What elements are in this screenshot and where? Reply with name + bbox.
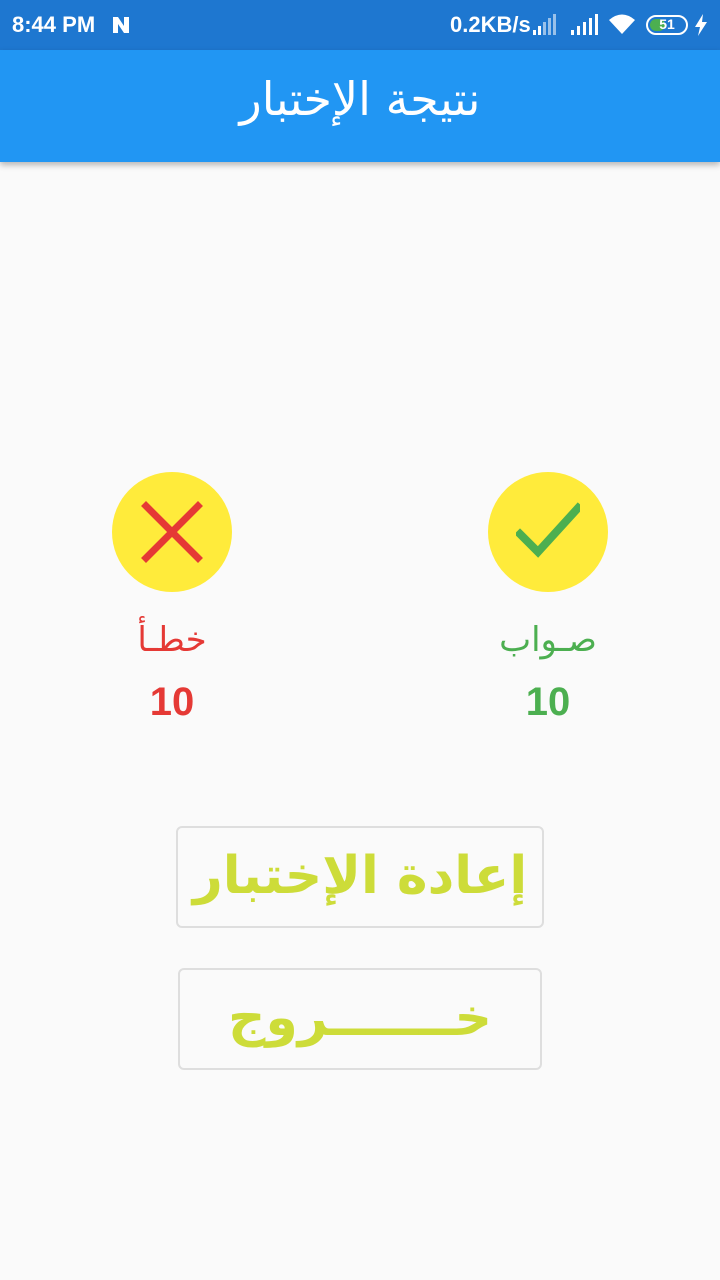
battery-level-text: 51 <box>659 16 675 32</box>
charging-bolt-icon <box>695 14 707 36</box>
right-answers-summary: صـواب 10 <box>428 472 668 732</box>
page-title: نتيجة الإختبار <box>239 72 481 126</box>
battery-icon: 51 <box>646 15 688 35</box>
app-bar: نتيجة الإختبار <box>0 50 720 162</box>
signal-icon <box>571 14 598 35</box>
right-icon-circle <box>488 472 608 592</box>
network-speed: 0.2KB/s <box>450 12 531 37</box>
wrong-answers-summary: خطـأ 10 <box>52 472 292 732</box>
right-count: 10 <box>525 680 571 724</box>
retry-quiz-button[interactable]: إعادة الإختبار <box>176 826 544 928</box>
right-label: صـواب <box>499 620 597 660</box>
status-time: 8:44 PM <box>12 12 96 37</box>
close-icon <box>141 501 203 563</box>
exit-button[interactable]: خـــــــروج <box>178 968 542 1070</box>
wrong-count: 10 <box>149 680 195 724</box>
status-bar: 8:44 PM 0.2KB/s 51 <box>0 0 720 50</box>
check-icon <box>516 502 580 558</box>
wrong-label: خطـأ <box>137 620 207 660</box>
wifi-icon <box>609 14 635 34</box>
signal-icon <box>533 14 556 35</box>
wrong-icon-circle <box>112 472 232 592</box>
n-notification-icon <box>113 17 129 33</box>
